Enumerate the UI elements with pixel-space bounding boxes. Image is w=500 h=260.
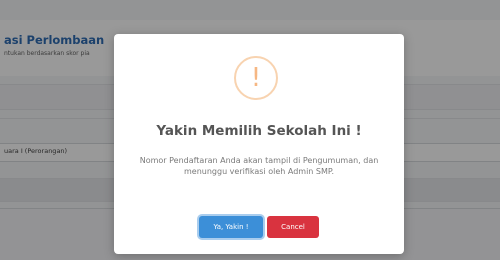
dialog-message: Nomor Pendaftaran Anda akan tampil di Pe… — [139, 156, 379, 176]
confirm-dialog: ! Yakin Memilih Sekolah Ini ! Nomor Pend… — [114, 34, 404, 254]
cancel-button[interactable]: Cancel — [267, 216, 319, 238]
confirm-button[interactable]: Ya, Yakin ! — [199, 216, 263, 238]
warning-icon: ! — [234, 56, 278, 100]
exclamation-glyph: ! — [250, 63, 262, 93]
dialog-title: Yakin Memilih Sekolah Ini ! — [156, 123, 362, 139]
